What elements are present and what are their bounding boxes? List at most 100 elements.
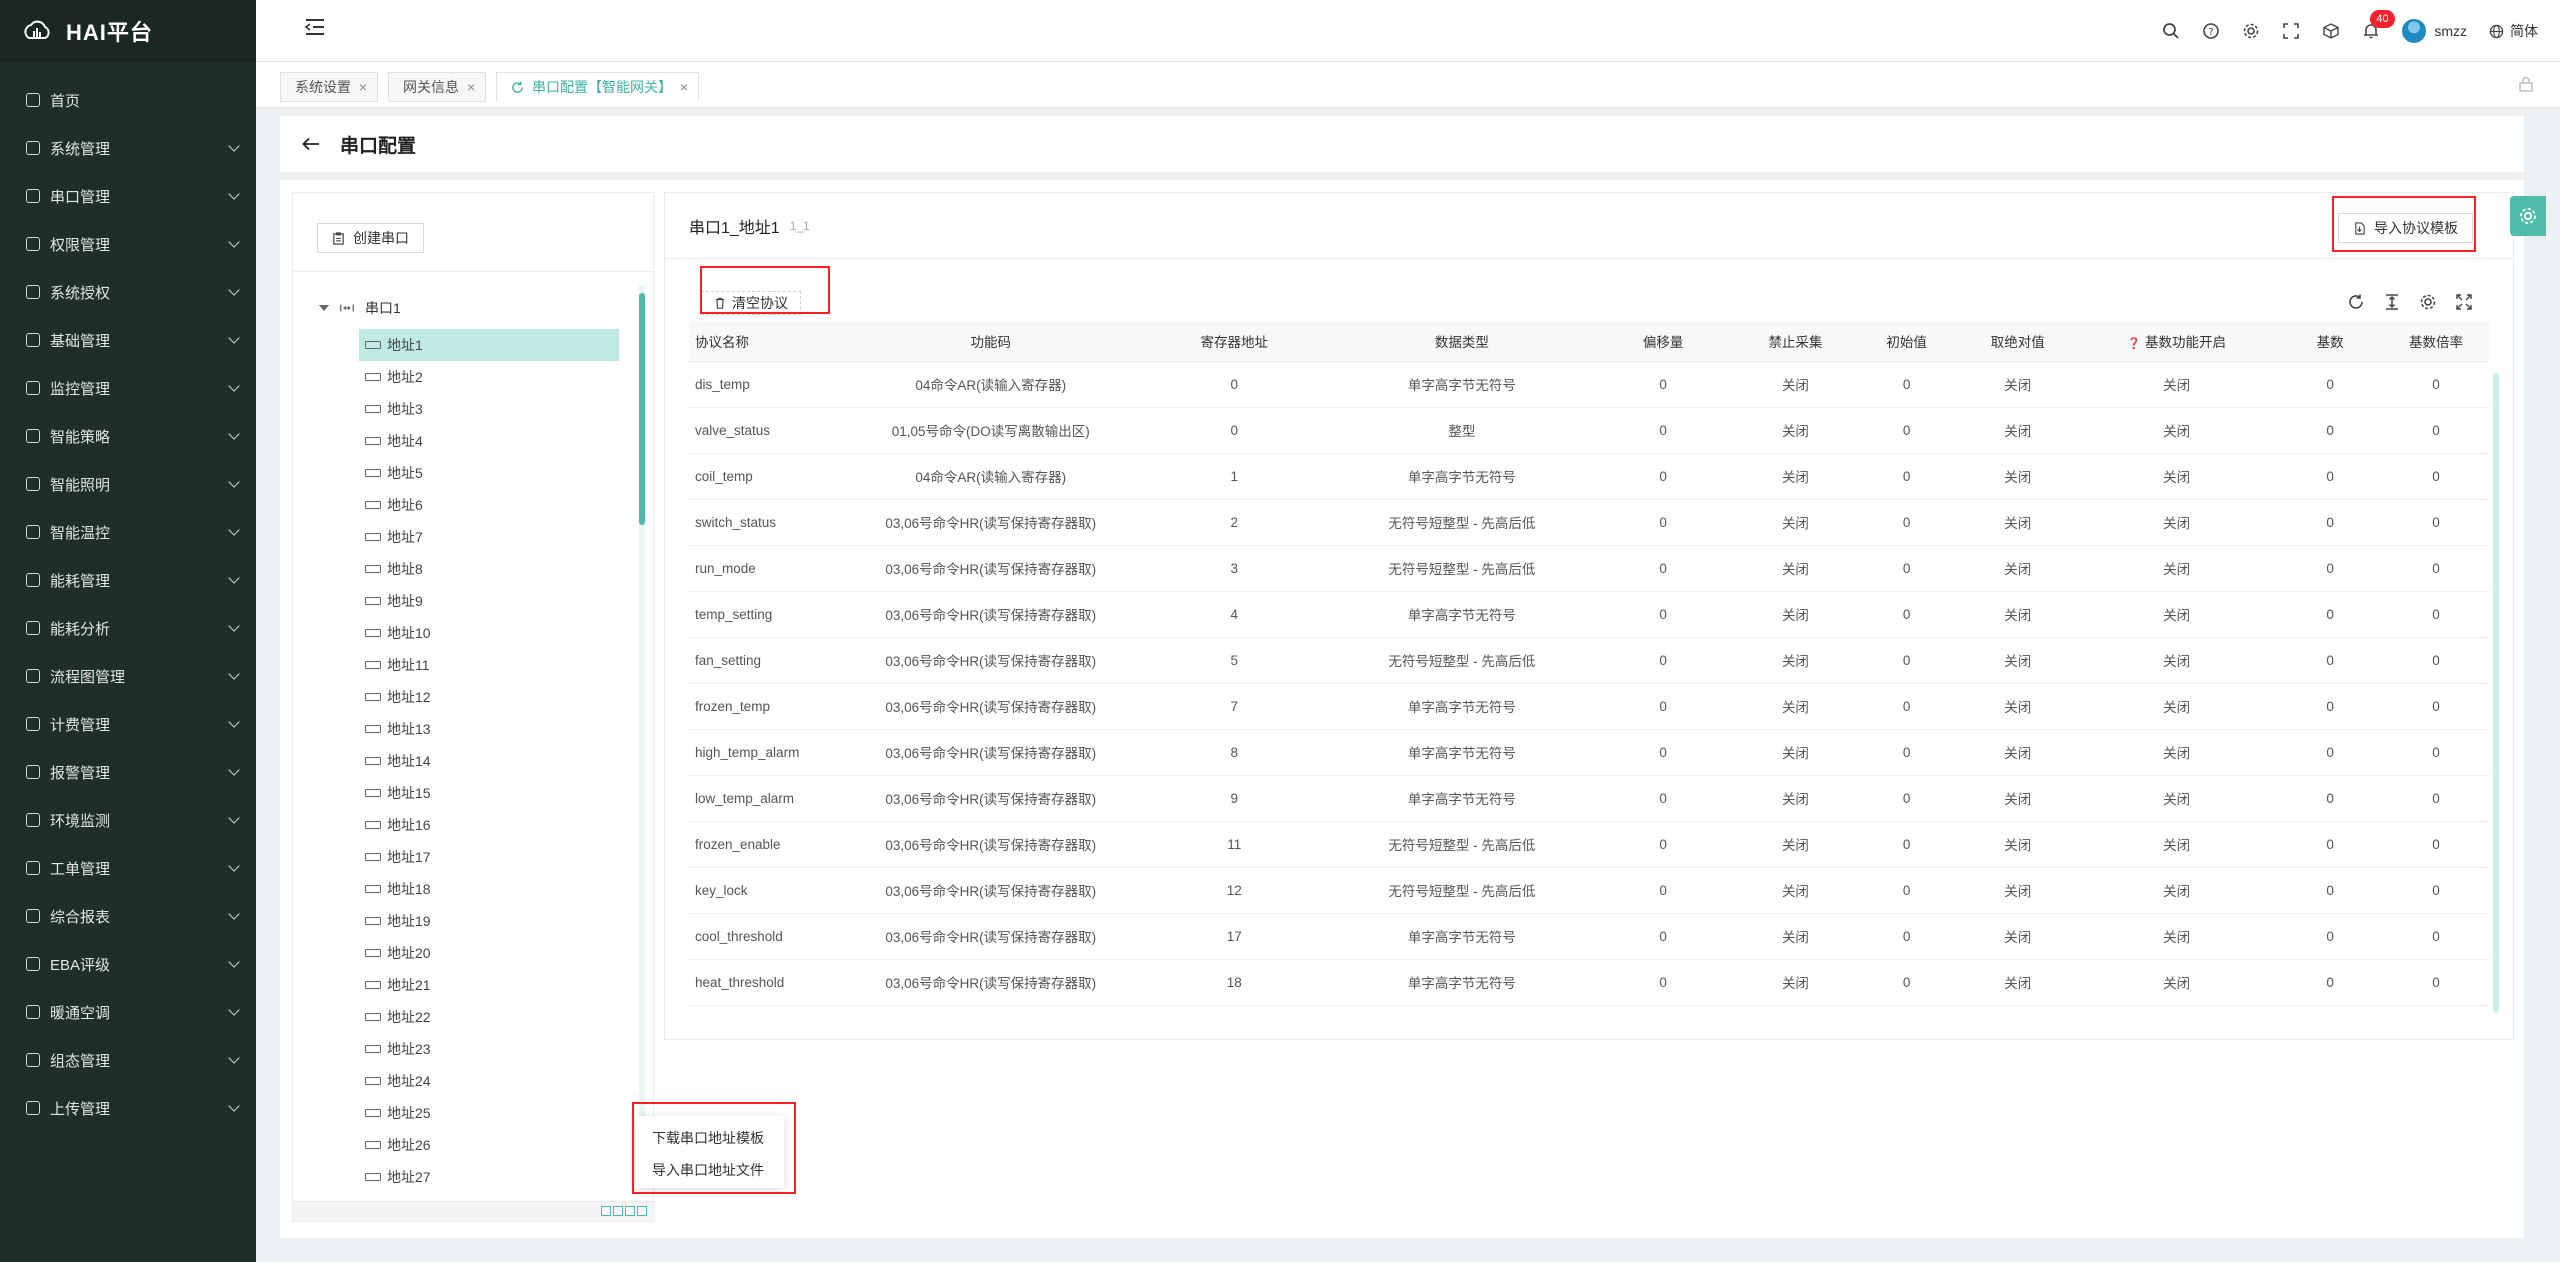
- tree-node[interactable]: 地址5: [359, 457, 619, 489]
- tab-system-settings[interactable]: 系统设置 ×: [280, 72, 379, 102]
- sidebar-item[interactable]: 组态管理: [0, 1036, 256, 1084]
- tree-node[interactable]: 地址9: [359, 585, 619, 617]
- pager-last-icon[interactable]: [637, 1206, 647, 1216]
- pager-first-icon[interactable]: [601, 1206, 611, 1216]
- table-row[interactable]: key_lock 03,06号命令HR(读写保持寄存器取) 12 无符号短整型 - 先…: [689, 867, 2489, 914]
- table-row[interactable]: valve_status 01,05号命令(DO读写离散输出区) 0 整型 0 关闭 0 关闭…: [689, 407, 2489, 454]
- sidebar-item[interactable]: 系统管理: [0, 124, 256, 172]
- cube-icon[interactable]: [2322, 22, 2340, 40]
- import-address-file-item[interactable]: 导入串口地址文件: [636, 1154, 784, 1186]
- close-icon[interactable]: ×: [680, 79, 688, 95]
- sidebar-item[interactable]: 基础管理: [0, 316, 256, 364]
- search-icon[interactable]: [2162, 22, 2180, 40]
- user-menu[interactable]: smzz: [2402, 19, 2467, 43]
- scrollbar-thumb[interactable]: [639, 293, 645, 525]
- tree-node[interactable]: 地址15: [359, 777, 619, 809]
- tree-node[interactable]: 地址23: [359, 1033, 619, 1065]
- create-serial-button[interactable]: 创建串口: [317, 223, 424, 253]
- tree-node[interactable]: 地址17: [359, 841, 619, 873]
- tree-node[interactable]: 地址6: [359, 489, 619, 521]
- tree-node[interactable]: 地址24: [359, 1065, 619, 1097]
- tab-gateway-info[interactable]: 网关信息 ×: [388, 72, 487, 102]
- import-protocol-template-button[interactable]: 导入协议模板: [2338, 213, 2473, 243]
- table-row[interactable]: low_temp_alarm 03,06号命令HR(读写保持寄存器取) 9 单字高字节…: [689, 775, 2489, 822]
- table-row[interactable]: temp_setting 03,06号命令HR(读写保持寄存器取) 4 单字高字节无符…: [689, 591, 2489, 638]
- sidebar-item[interactable]: 综合报表: [0, 892, 256, 940]
- sidebar-item[interactable]: 监控管理: [0, 364, 256, 412]
- sidebar-item[interactable]: 权限管理: [0, 220, 256, 268]
- clear-protocol-button[interactable]: 清空协议: [701, 291, 801, 315]
- tree-node[interactable]: 地址25: [359, 1097, 619, 1129]
- tree-node[interactable]: 地址18: [359, 873, 619, 905]
- table-row[interactable]: fan_setting 03,06号命令HR(读写保持寄存器取) 5 无符号短整型 -…: [689, 637, 2489, 684]
- close-icon[interactable]: ×: [359, 79, 367, 95]
- brand-logo[interactable]: HAI平台: [0, 0, 256, 62]
- sidebar-item[interactable]: 能耗分析: [0, 604, 256, 652]
- sidebar-item[interactable]: 报警管理: [0, 748, 256, 796]
- help-icon[interactable]: ?: [2202, 22, 2220, 40]
- fullscreen-icon[interactable]: [2282, 22, 2300, 40]
- notification-bell[interactable]: 40: [2362, 10, 2395, 40]
- sidebar-item[interactable]: 工单管理: [0, 844, 256, 892]
- table-row[interactable]: frozen_enable 03,06号命令HR(读写保持寄存器取) 11 无符号短整…: [689, 821, 2489, 868]
- sidebar-item[interactable]: 暖通空调: [0, 988, 256, 1036]
- back-arrow-icon[interactable]: [302, 137, 320, 151]
- sidebar-item[interactable]: 上传管理: [0, 1084, 256, 1132]
- sidebar-item[interactable]: 能耗管理: [0, 556, 256, 604]
- tree-node[interactable]: 地址27: [359, 1161, 619, 1186]
- tree-node[interactable]: 地址4: [359, 425, 619, 457]
- language-switch[interactable]: 简体: [2489, 21, 2538, 41]
- tree-node[interactable]: 地址11: [359, 649, 619, 681]
- floating-settings-button[interactable]: [2510, 196, 2546, 236]
- sidebar-item[interactable]: 环境监测: [0, 796, 256, 844]
- caret-down-icon[interactable]: [319, 305, 329, 311]
- settings-icon[interactable]: [2419, 293, 2437, 311]
- expand-icon[interactable]: [2455, 293, 2473, 311]
- gear-icon[interactable]: [2242, 22, 2260, 40]
- tab-serial-config[interactable]: 串口配置【智能网关】 ×: [496, 72, 700, 102]
- tree-node[interactable]: 地址22: [359, 1001, 619, 1033]
- close-icon[interactable]: ×: [467, 79, 475, 95]
- tree-node[interactable]: 地址12: [359, 681, 619, 713]
- tree-node[interactable]: 地址3: [359, 393, 619, 425]
- help-icon[interactable]: ❓: [2127, 338, 2141, 350]
- column-height-icon[interactable]: [2383, 293, 2401, 311]
- tree-node[interactable]: 地址2: [359, 361, 619, 393]
- sidebar-item[interactable]: 系统授权: [0, 268, 256, 316]
- download-address-template-item[interactable]: 下载串口地址模板: [636, 1122, 784, 1154]
- lock-icon[interactable]: [2518, 76, 2534, 92]
- sidebar-item[interactable]: 智能照明: [0, 460, 256, 508]
- reload-icon[interactable]: [2347, 293, 2365, 311]
- table-row[interactable]: heat_threshold 03,06号命令HR(读写保持寄存器取) 18 单字高字…: [689, 959, 2489, 1006]
- tree-root-serial1[interactable]: 串口1: [319, 295, 401, 321]
- pager-prev-icon[interactable]: [613, 1206, 623, 1216]
- table-row[interactable]: dis_temp 04命令AR(读输入寄存器) 0 单字高字节无符号 0 关闭 0 关闭 关闭 0…: [689, 361, 2489, 408]
- tree-node[interactable]: 地址21: [359, 969, 619, 1001]
- sidebar-item[interactable]: 首页: [0, 76, 256, 124]
- table-row[interactable]: cool_threshold 03,06号命令HR(读写保持寄存器取) 17 单字高字…: [689, 913, 2489, 960]
- sidebar-item[interactable]: EBA评级: [0, 940, 256, 988]
- tree-node[interactable]: 地址19: [359, 905, 619, 937]
- sidebar-item[interactable]: 串口管理: [0, 172, 256, 220]
- tree-node[interactable]: 地址20: [359, 937, 619, 969]
- sidebar-item[interactable]: 智能策略: [0, 412, 256, 460]
- table-row[interactable]: high_temp_alarm 03,06号命令HR(读写保持寄存器取) 8 单字高字…: [689, 729, 2489, 776]
- table-row[interactable]: run_mode 03,06号命令HR(读写保持寄存器取) 3 无符号短整型 - 先高…: [689, 545, 2489, 592]
- pager-next-icon[interactable]: [625, 1206, 635, 1216]
- table-scrollbar[interactable]: [2493, 373, 2499, 1013]
- tree-node[interactable]: 地址14: [359, 745, 619, 777]
- sidebar-item[interactable]: 智能温控: [0, 508, 256, 556]
- tree-node[interactable]: 地址7: [359, 521, 619, 553]
- tree-node[interactable]: 地址13: [359, 713, 619, 745]
- refresh-icon[interactable]: [511, 81, 524, 94]
- menu-collapse-icon[interactable]: [304, 18, 326, 36]
- tree-node[interactable]: 地址16: [359, 809, 619, 841]
- sidebar-item[interactable]: 计费管理: [0, 700, 256, 748]
- table-row[interactable]: coil_temp 04命令AR(读输入寄存器) 1 单字高字节无符号 0 关闭 0 关闭 关闭…: [689, 453, 2489, 500]
- table-row[interactable]: frozen_temp 03,06号命令HR(读写保持寄存器取) 7 单字高字节无符号…: [689, 683, 2489, 730]
- tree-node[interactable]: 地址10: [359, 617, 619, 649]
- sidebar-item[interactable]: 流程图管理: [0, 652, 256, 700]
- table-row[interactable]: switch_status 03,06号命令HR(读写保持寄存器取) 2 无符号短整型…: [689, 499, 2489, 546]
- tree-node[interactable]: 地址26: [359, 1129, 619, 1161]
- tree-scrollbar[interactable]: [639, 285, 645, 1175]
